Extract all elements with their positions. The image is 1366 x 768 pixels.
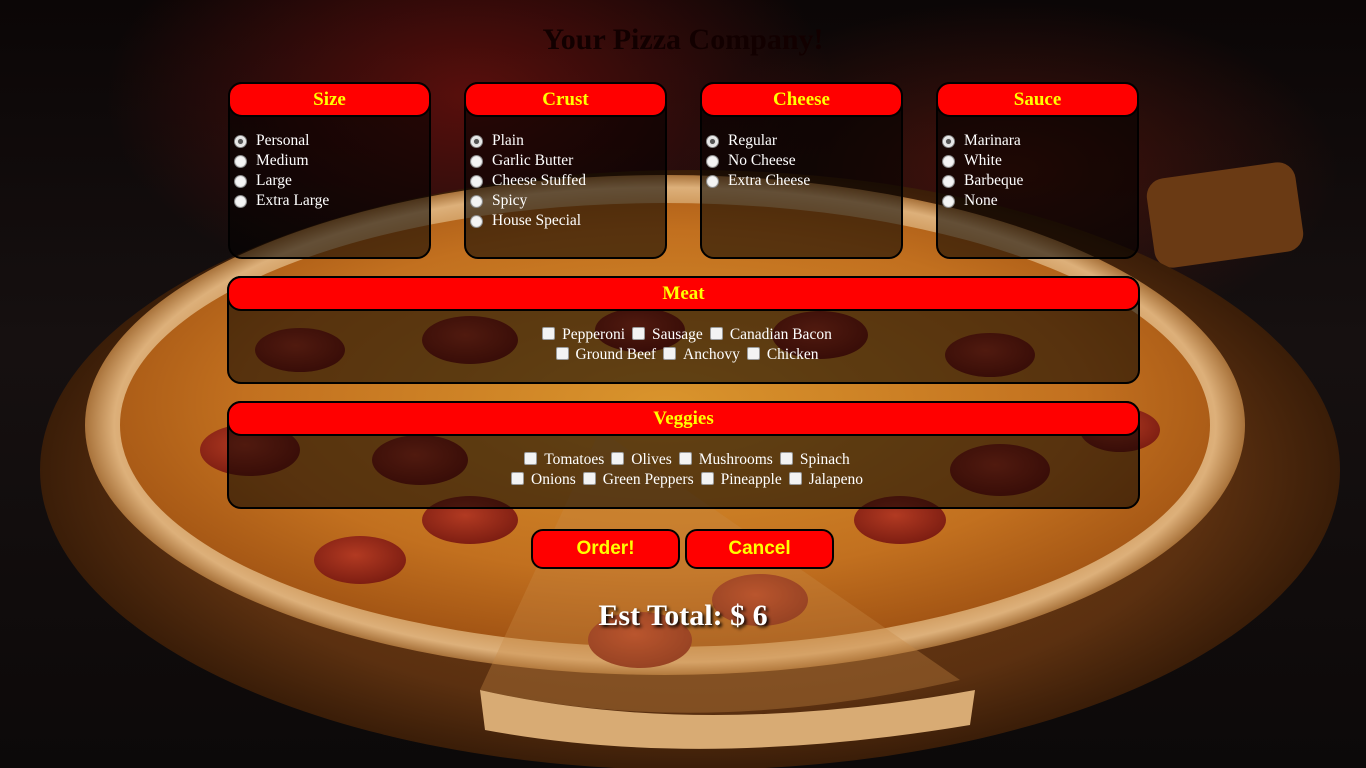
radio-icon[interactable] bbox=[470, 154, 483, 168]
meat-option-pepperoni[interactable]: Pepperoni bbox=[535, 326, 625, 344]
checkbox-icon[interactable] bbox=[582, 471, 596, 485]
radio-icon[interactable] bbox=[470, 174, 483, 188]
veggie-option-onions[interactable]: Onions bbox=[504, 471, 576, 489]
meat-option-ground-beef[interactable]: Ground Beef bbox=[549, 346, 656, 364]
checkbox-icon[interactable] bbox=[524, 451, 538, 465]
estimated-total: Est Total: $ 6 bbox=[598, 599, 768, 632]
radio-icon[interactable] bbox=[234, 154, 247, 168]
checkbox-icon[interactable] bbox=[700, 471, 714, 485]
radio-icon[interactable] bbox=[942, 154, 955, 168]
crust-option-house-special[interactable]: House Special bbox=[470, 211, 665, 231]
cheese-heading: Cheese bbox=[700, 82, 903, 117]
size-option-medium[interactable]: Medium bbox=[234, 151, 429, 171]
page-title: Your Pizza Company! bbox=[542, 23, 824, 56]
size-option-large[interactable]: Large bbox=[234, 171, 429, 191]
veggie-option-olives[interactable]: Olives bbox=[604, 451, 672, 469]
veggie-option-jalapeno[interactable]: Jalapeno bbox=[782, 471, 863, 489]
checkbox-icon[interactable] bbox=[632, 326, 646, 340]
size-option-personal[interactable]: Personal bbox=[234, 131, 429, 151]
meat-option-sausage[interactable]: Sausage bbox=[625, 326, 703, 344]
veggie-option-tomatoes[interactable]: Tomatoes bbox=[517, 451, 604, 469]
radio-icon[interactable] bbox=[942, 174, 955, 188]
crust-option-garlic-butter[interactable]: Garlic Butter bbox=[470, 151, 665, 171]
radio-icon[interactable] bbox=[706, 154, 719, 168]
sauce-option-none[interactable]: None bbox=[942, 191, 1137, 211]
sauce-panel: Sauce Marinara White Barbeque None bbox=[936, 82, 1139, 259]
radio-icon[interactable] bbox=[470, 214, 483, 228]
cheese-panel: Cheese Regular No Cheese Extra Cheese bbox=[700, 82, 903, 259]
checkbox-icon[interactable] bbox=[542, 326, 556, 340]
meat-option-chicken[interactable]: Chicken bbox=[740, 346, 818, 364]
sauce-heading: Sauce bbox=[936, 82, 1139, 117]
crust-option-plain[interactable]: Plain bbox=[470, 131, 665, 151]
checkbox-icon[interactable] bbox=[555, 346, 569, 360]
crust-heading: Crust bbox=[464, 82, 667, 117]
radio-selected-icon[interactable] bbox=[942, 134, 955, 148]
radio-icon[interactable] bbox=[234, 194, 247, 208]
radio-icon[interactable] bbox=[706, 174, 719, 188]
veggies-heading: Veggies bbox=[227, 401, 1140, 436]
meat-heading: Meat bbox=[227, 276, 1140, 311]
radio-icon[interactable] bbox=[942, 194, 955, 208]
veggies-panel: Veggies Tomatoes Olives Mushrooms Spinac… bbox=[227, 401, 1140, 509]
checkbox-icon[interactable] bbox=[611, 451, 625, 465]
sauce-option-barbeque[interactable]: Barbeque bbox=[942, 171, 1137, 191]
cheese-option-extra-cheese[interactable]: Extra Cheese bbox=[706, 171, 901, 191]
checkbox-icon[interactable] bbox=[788, 471, 802, 485]
meat-option-anchovy[interactable]: Anchovy bbox=[656, 346, 740, 364]
veggie-option-pineapple[interactable]: Pineapple bbox=[694, 471, 782, 489]
cheese-option-regular[interactable]: Regular bbox=[706, 131, 901, 151]
crust-option-cheese-stuffed[interactable]: Cheese Stuffed bbox=[470, 171, 665, 191]
radio-icon[interactable] bbox=[234, 174, 247, 188]
cheese-option-no-cheese[interactable]: No Cheese bbox=[706, 151, 901, 171]
meat-panel: Meat Pepperoni Sausage Canadian Bacon Gr… bbox=[227, 276, 1140, 384]
order-button[interactable]: Order! bbox=[531, 529, 680, 569]
radio-icon[interactable] bbox=[470, 194, 483, 208]
meat-option-canadian-bacon[interactable]: Canadian Bacon bbox=[703, 326, 832, 344]
radio-selected-icon[interactable] bbox=[470, 134, 483, 148]
checkbox-icon[interactable] bbox=[709, 326, 723, 340]
checkbox-icon[interactable] bbox=[511, 471, 524, 485]
veggie-option-spinach[interactable]: Spinach bbox=[773, 451, 850, 469]
crust-panel: Crust Plain Garlic Butter Cheese Stuffed… bbox=[464, 82, 667, 259]
checkbox-icon[interactable] bbox=[746, 346, 760, 360]
cancel-button[interactable]: Cancel bbox=[685, 529, 834, 569]
veggie-option-mushrooms[interactable]: Mushrooms bbox=[672, 451, 773, 469]
sauce-option-marinara[interactable]: Marinara bbox=[942, 131, 1137, 151]
checkbox-icon[interactable] bbox=[678, 451, 692, 465]
checkbox-icon[interactable] bbox=[663, 346, 676, 360]
crust-option-spicy[interactable]: Spicy bbox=[470, 191, 665, 211]
radio-selected-icon[interactable] bbox=[234, 134, 247, 148]
size-panel: Size Personal Medium Large Extra Large bbox=[228, 82, 431, 259]
sauce-option-white[interactable]: White bbox=[942, 151, 1137, 171]
size-heading: Size bbox=[228, 82, 431, 117]
size-option-extra-large[interactable]: Extra Large bbox=[234, 191, 429, 211]
radio-selected-icon[interactable] bbox=[706, 134, 719, 148]
veggie-option-green-peppers[interactable]: Green Peppers bbox=[576, 471, 694, 489]
checkbox-icon[interactable] bbox=[779, 451, 793, 465]
